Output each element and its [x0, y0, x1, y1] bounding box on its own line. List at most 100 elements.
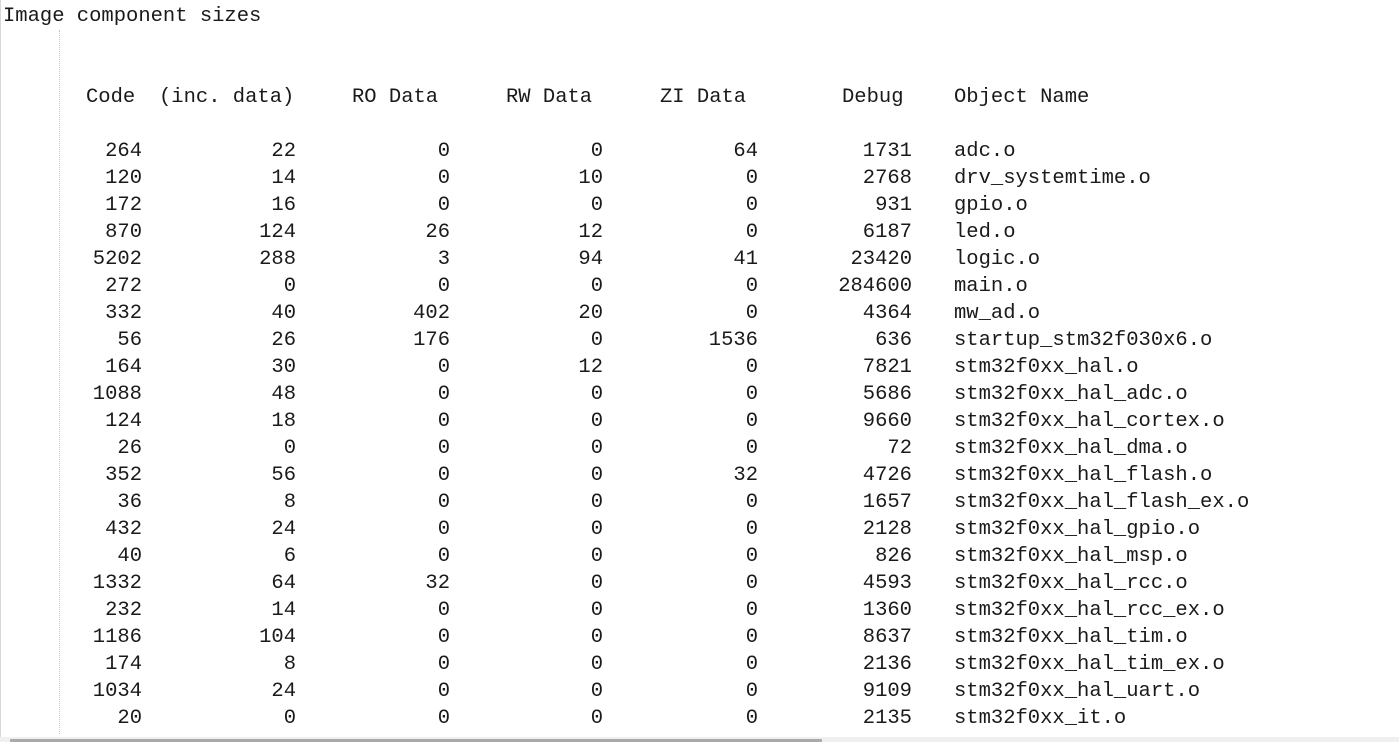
cell-ro-data: 32	[425, 572, 450, 595]
cell-ro-data: 0	[437, 599, 450, 622]
cell-debug: 9660	[862, 410, 912, 433]
cell-object-name: startup_stm32f030x6.o	[954, 329, 1213, 352]
cell-rw-data: 0	[590, 707, 603, 730]
cell-zi-data: 64	[733, 140, 758, 163]
cell-rw-data: 94	[578, 248, 603, 271]
cell-inc-data: 288	[259, 248, 296, 271]
cell-debug: 4593	[862, 572, 912, 595]
column-header-debug: Debug	[842, 86, 904, 109]
column-header-code: Code	[86, 86, 136, 109]
cell-rw-data: 0	[590, 518, 603, 541]
cell-zi-data: 0	[745, 680, 758, 703]
cell-code: 332	[105, 302, 142, 325]
table-header: Code (inc. data) RO Data RW Data ZI Data…	[0, 84, 1399, 111]
cell-zi-data: 1536	[708, 329, 758, 352]
cell-code: 174	[105, 653, 142, 676]
cell-zi-data: 0	[745, 707, 758, 730]
cell-ro-data: 176	[413, 329, 450, 352]
cell-code: 20	[117, 707, 142, 730]
table-row: 20 0 0 0 0 2135 stm32f0xx_it.o	[0, 705, 1399, 732]
cell-ro-data: 0	[437, 464, 450, 487]
cell-zi-data: 0	[745, 491, 758, 514]
cell-object-name: stm32f0xx_hal_rcc.o	[954, 572, 1188, 595]
cell-ro-data: 0	[437, 653, 450, 676]
cell-zi-data: 0	[745, 518, 758, 541]
cell-ro-data: 402	[413, 302, 450, 325]
cell-debug: 23420	[850, 248, 912, 271]
cell-debug: 1360	[862, 599, 912, 622]
cell-inc-data: 8	[283, 653, 296, 676]
cell-debug: 2128	[862, 518, 912, 541]
cell-object-name: stm32f0xx_hal_tim_ex.o	[954, 653, 1225, 676]
cell-zi-data: 0	[745, 437, 758, 460]
cell-zi-data: 41	[733, 248, 758, 271]
table-row: 1332 64 32 0 0 4593 stm32f0xx_hal_rcc.o	[0, 570, 1399, 597]
cell-rw-data: 12	[578, 221, 603, 244]
cell-object-name: stm32f0xx_hal_uart.o	[954, 680, 1201, 703]
cell-rw-data: 0	[590, 599, 603, 622]
cell-debug: 1657	[862, 491, 912, 514]
cell-rw-data: 10	[578, 167, 603, 190]
cell-zi-data: 0	[745, 572, 758, 595]
cell-code: 232	[105, 599, 142, 622]
table-row: 352 56 0 0 32 4726 stm32f0xx_hal_flash.o	[0, 462, 1399, 489]
cell-ro-data: 0	[437, 626, 450, 649]
cell-object-name: main.o	[954, 275, 1028, 298]
cell-rw-data: 0	[590, 491, 603, 514]
cell-debug: 4726	[862, 464, 912, 487]
table-row: 164 30 0 12 0 7821 stm32f0xx_hal.o	[0, 354, 1399, 381]
cell-code: 264	[105, 140, 142, 163]
table-row: 172 16 0 0 0 931 gpio.o	[0, 192, 1399, 219]
cell-inc-data: 40	[271, 302, 296, 325]
cell-inc-data: 18	[271, 410, 296, 433]
column-header-object-name: Object Name	[954, 86, 1090, 109]
cell-inc-data: 8	[283, 491, 296, 514]
cell-object-name: stm32f0xx_hal_msp.o	[954, 545, 1188, 568]
cell-ro-data: 0	[437, 545, 450, 568]
cell-code: 5202	[92, 248, 142, 271]
table-row: 1088 48 0 0 0 5686 stm32f0xx_hal_adc.o	[0, 381, 1399, 408]
cell-zi-data: 0	[745, 194, 758, 217]
cell-ro-data: 0	[437, 491, 450, 514]
cell-ro-data: 0	[437, 518, 450, 541]
cell-ro-data: 0	[437, 356, 450, 379]
cell-inc-data: 24	[271, 680, 296, 703]
table-row: 40 6 0 0 0 826 stm32f0xx_hal_msp.o	[0, 543, 1399, 570]
cell-ro-data: 26	[425, 221, 450, 244]
section-heading: Image component sizes	[3, 5, 262, 28]
cell-zi-data: 0	[745, 356, 758, 379]
cell-inc-data: 14	[271, 167, 296, 190]
cell-code: 164	[105, 356, 142, 379]
cell-ro-data: 0	[437, 167, 450, 190]
cell-zi-data: 0	[745, 275, 758, 298]
column-header-inc-data: (inc. data)	[159, 86, 295, 109]
cell-object-name: mw_ad.o	[954, 302, 1041, 325]
cell-code: 1186	[92, 626, 142, 649]
cell-code: 172	[105, 194, 142, 217]
cell-object-name: adc.o	[954, 140, 1016, 163]
table-row: 124 18 0 0 0 9660 stm32f0xx_hal_cortex.o	[0, 408, 1399, 435]
column-header-ro-data: RO Data	[352, 86, 439, 109]
cell-inc-data: 22	[271, 140, 296, 163]
cell-inc-data: 30	[271, 356, 296, 379]
cell-zi-data: 32	[733, 464, 758, 487]
table-row: 174 8 0 0 0 2136 stm32f0xx_hal_tim_ex.o	[0, 651, 1399, 678]
cell-code: 1034	[92, 680, 142, 703]
cell-ro-data: 0	[437, 707, 450, 730]
cell-rw-data: 0	[590, 680, 603, 703]
table-row: 264 22 0 0 64 1731 adc.o	[0, 138, 1399, 165]
cell-ro-data: 0	[437, 275, 450, 298]
cell-zi-data: 0	[745, 302, 758, 325]
cell-code: 870	[105, 221, 142, 244]
cell-zi-data: 0	[745, 599, 758, 622]
cell-inc-data: 6	[283, 545, 296, 568]
cell-zi-data: 0	[745, 167, 758, 190]
cell-object-name: stm32f0xx_hal_flash.o	[954, 464, 1213, 487]
cell-ro-data: 0	[437, 194, 450, 217]
cell-debug: 1731	[862, 140, 912, 163]
cell-ro-data: 0	[437, 140, 450, 163]
cell-rw-data: 0	[590, 437, 603, 460]
cell-debug: 284600	[838, 275, 912, 298]
cell-zi-data: 0	[745, 221, 758, 244]
cell-code: 120	[105, 167, 142, 190]
